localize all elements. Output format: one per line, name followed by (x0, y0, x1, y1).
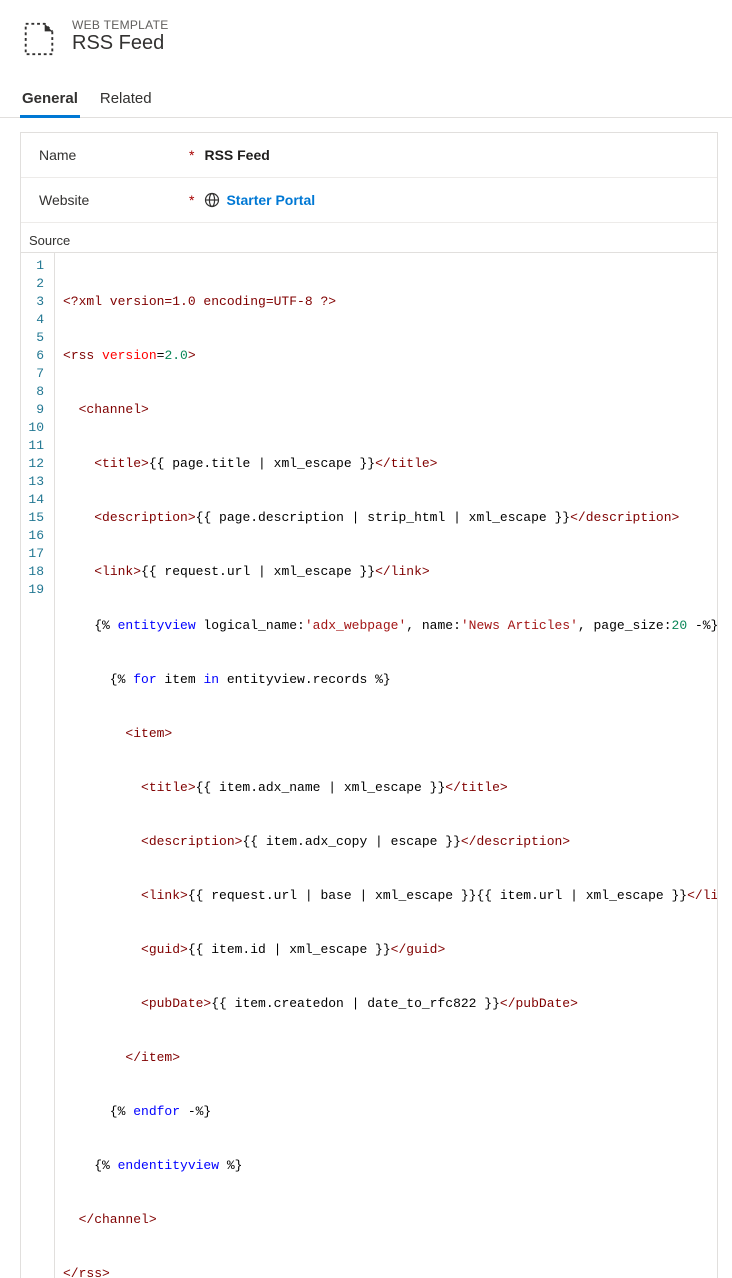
template-icon (20, 20, 58, 58)
line-number: 19 (25, 581, 46, 599)
field-website-link[interactable]: Starter Portal (204, 192, 315, 208)
source-label: Source (21, 223, 717, 252)
line-number: 13 (25, 473, 46, 491)
entity-type-label: WEB TEMPLATE (72, 18, 169, 32)
tab-general[interactable]: General (20, 82, 80, 117)
line-number: 11 (25, 437, 46, 455)
field-name-value[interactable]: RSS Feed (204, 147, 269, 163)
code-content[interactable]: <?xml version=1.0 encoding=UTF-8 ?> <rss… (55, 253, 717, 1278)
line-number: 16 (25, 527, 46, 545)
line-number: 17 (25, 545, 46, 563)
line-number: 12 (25, 455, 46, 473)
field-website-row: Website * Starter Portal (21, 178, 717, 223)
line-number: 4 (25, 311, 46, 329)
required-mark: * (189, 147, 194, 163)
line-number: 14 (25, 491, 46, 509)
page-title: RSS Feed (72, 32, 169, 55)
line-number: 8 (25, 383, 46, 401)
required-mark: * (189, 192, 194, 208)
line-number: 2 (25, 275, 46, 293)
line-number: 9 (25, 401, 46, 419)
line-number: 6 (25, 347, 46, 365)
line-number: 3 (25, 293, 46, 311)
code-editor[interactable]: 12345678910111213141516171819 <?xml vers… (21, 252, 717, 1278)
tab-related[interactable]: Related (98, 82, 154, 117)
line-number: 7 (25, 365, 46, 383)
line-number: 18 (25, 563, 46, 581)
form-panel: Name * RSS Feed Website * Starter Portal… (20, 132, 718, 1278)
tab-bar: General Related (0, 82, 732, 118)
field-website-value: Starter Portal (226, 192, 315, 208)
line-number: 5 (25, 329, 46, 347)
line-number: 1 (25, 257, 46, 275)
globe-icon (204, 192, 220, 208)
page-header: WEB TEMPLATE RSS Feed (0, 0, 732, 70)
field-name-row: Name * RSS Feed (21, 133, 717, 178)
line-gutter: 12345678910111213141516171819 (21, 253, 55, 1278)
field-name-label: Name (39, 147, 189, 163)
line-number: 15 (25, 509, 46, 527)
line-number: 10 (25, 419, 46, 437)
field-website-label: Website (39, 192, 189, 208)
